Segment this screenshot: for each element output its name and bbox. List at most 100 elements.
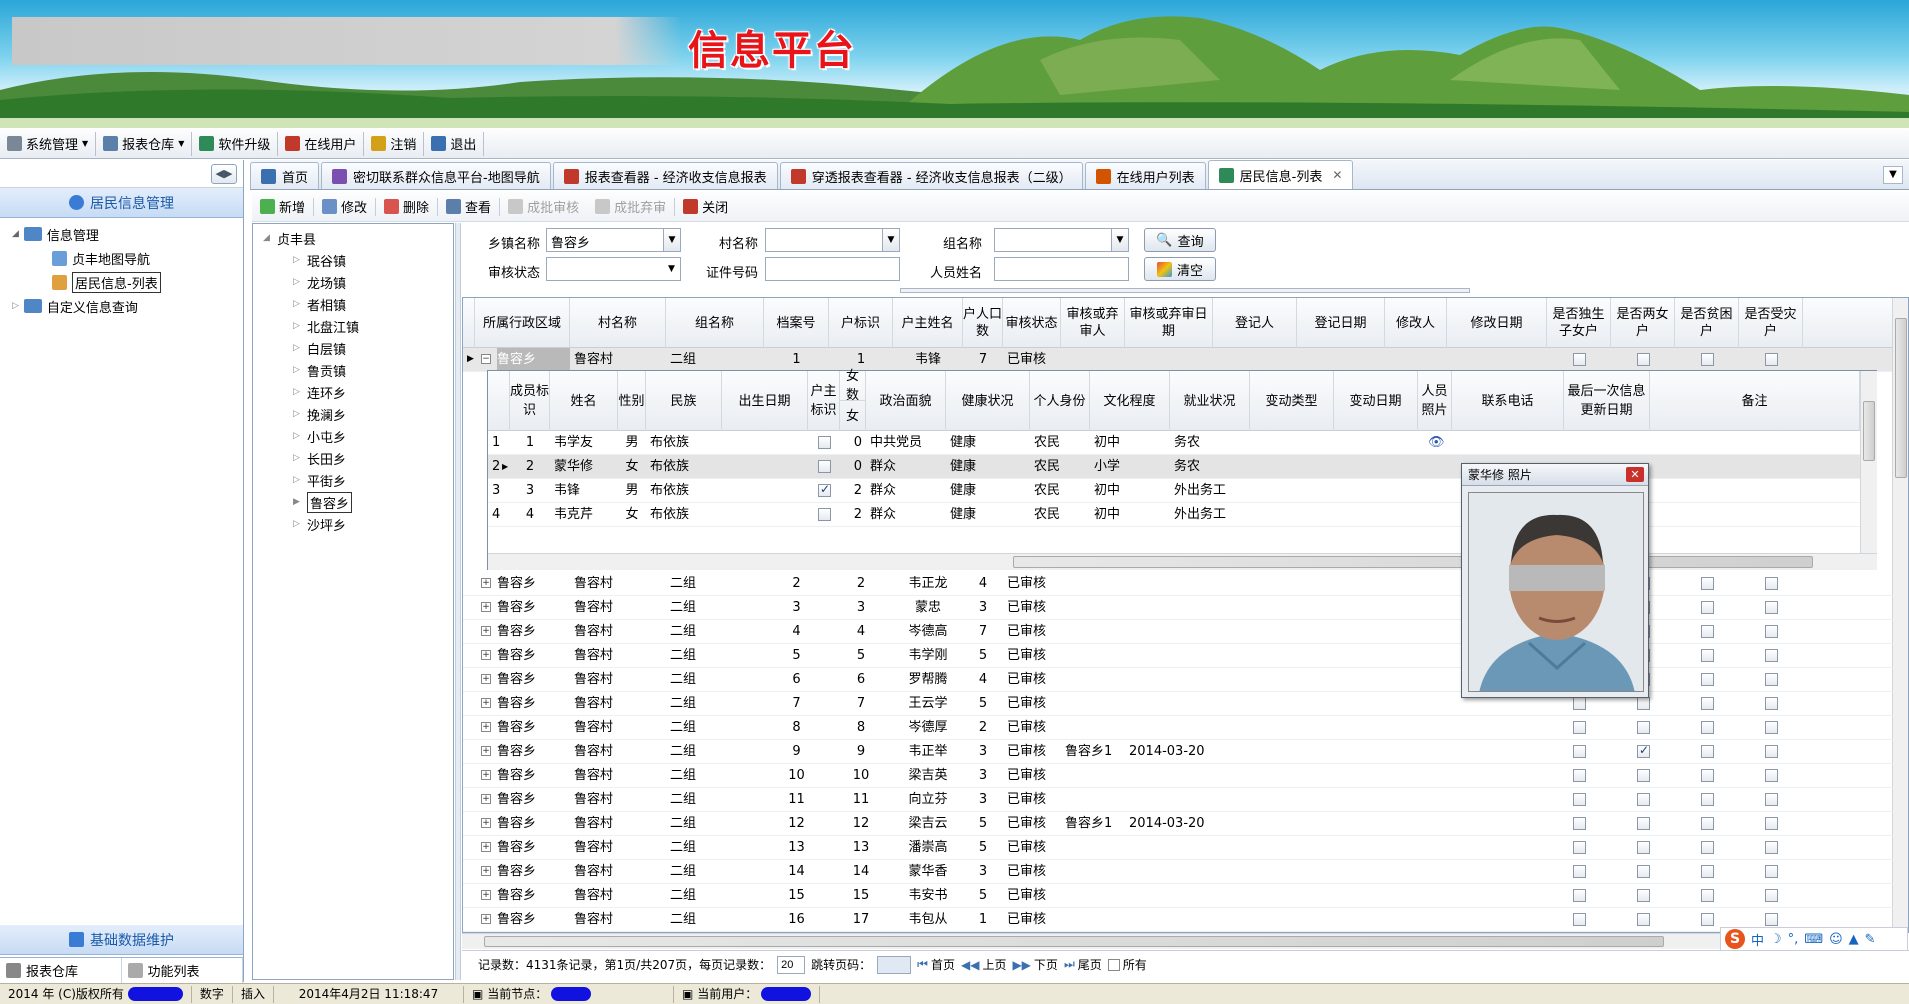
grid-checkbox[interactable]	[1765, 353, 1778, 366]
grid-checkbox[interactable]	[1765, 649, 1778, 662]
tab-report-warehouse[interactable]: 报表仓库	[0, 958, 122, 983]
region-tree-item[interactable]: ▷ 连环乡	[263, 381, 453, 403]
detail-column-header[interactable]: 联系电话	[1452, 371, 1564, 431]
delete-button[interactable]: 删除	[376, 196, 437, 218]
grid-column-header[interactable]: 审核或弃审日期	[1125, 298, 1213, 348]
expand-row-icon[interactable]: +	[481, 842, 491, 852]
grid-checkbox[interactable]	[1637, 841, 1650, 854]
region-tree-item[interactable]: ▷ 者相镇	[263, 293, 453, 315]
grid-checkbox[interactable]	[1765, 601, 1778, 614]
expand-row-icon[interactable]: +	[481, 914, 491, 924]
grid-column-header[interactable]: 所属行政区域	[475, 298, 570, 348]
detail-column-header[interactable]: 出生日期	[722, 371, 808, 431]
grid-checkbox[interactable]	[1637, 743, 1650, 758]
grid-checkbox[interactable]	[1765, 793, 1778, 806]
grid-checkbox[interactable]	[1765, 865, 1778, 878]
grid-column-header[interactable]: 是否受灾户	[1739, 298, 1803, 348]
basic-data-section[interactable]: 基础数据维护	[0, 925, 243, 955]
detail-column-header[interactable]: 女数	[840, 369, 866, 403]
region-tree-item[interactable]: ▷ 长田乡	[263, 447, 453, 469]
table-row[interactable]: + 鲁容乡 鲁容村 二组 7 7 王云学 5 已审核	[463, 692, 1893, 716]
grid-checkbox[interactable]	[1765, 769, 1778, 782]
expand-row-icon[interactable]: +	[481, 578, 491, 588]
grid-checkbox[interactable]	[1701, 649, 1714, 662]
menu-item-0[interactable]: 系统管理 ▼	[0, 131, 97, 156]
grid-checkbox[interactable]	[1701, 913, 1714, 926]
table-row[interactable]: + 鲁容乡 鲁容村 二组 12 12 梁吉云 5 已审核 鲁容乡1 2014-03-20	[463, 812, 1893, 836]
detail-column-header[interactable]: 备注	[1650, 371, 1860, 431]
grid-checkbox[interactable]	[1701, 769, 1714, 782]
tab-2[interactable]: 报表查看器 - 经济收支信息报表	[552, 162, 778, 189]
expand-row-icon[interactable]: +	[481, 746, 491, 756]
grid-checkbox[interactable]	[1701, 601, 1714, 614]
table-row[interactable]: + 鲁容乡 鲁容村 二组 10 10 梁吉英 3 已审核	[463, 764, 1893, 788]
prev-page-button[interactable]: ◀◀ 上页	[961, 956, 1006, 973]
tab-list-dropdown-icon[interactable]: ▼	[1883, 166, 1903, 184]
region-tree-item[interactable]: ▷ 鲁贡镇	[263, 359, 453, 381]
grid-column-header[interactable]: 是否两女户	[1611, 298, 1675, 348]
detail-column-header[interactable]: 个人身份	[1030, 371, 1090, 431]
grid-checkbox[interactable]	[1637, 817, 1650, 830]
grid-horizontal-scrollbar[interactable]	[462, 933, 1720, 949]
grid-column-header[interactable]: 村名称	[570, 298, 666, 348]
grid-checkbox[interactable]	[1573, 793, 1586, 806]
status-select[interactable]: ▼	[546, 257, 681, 281]
filter-collapse-handle[interactable]	[900, 288, 1470, 293]
detail-column-header[interactable]: 性别	[618, 371, 646, 431]
grid-column-header[interactable]: 户人口数	[963, 298, 1003, 348]
all-checkbox[interactable]: 所有	[1107, 956, 1147, 973]
region-tree-root[interactable]: ◢ 贞丰县	[263, 227, 453, 249]
menu-item-2[interactable]: 软件升级	[192, 131, 279, 156]
grid-checkbox[interactable]	[1765, 625, 1778, 638]
region-tree-item[interactable]: ▷ 白层镇	[263, 337, 453, 359]
tab-function-list[interactable]: 功能列表	[122, 958, 243, 983]
grid-checkbox[interactable]	[1765, 913, 1778, 926]
grid-checkbox[interactable]	[1637, 769, 1650, 782]
grid-column-header[interactable]: 修改人	[1385, 298, 1447, 348]
detail-column-header[interactable]: 就业状况	[1170, 371, 1250, 431]
grid-checkbox[interactable]	[1701, 841, 1714, 854]
detail-row[interactable]: 4 4 韦克芹 女布依族 2 群众 健康 农民 初中 外出务工	[488, 503, 1860, 527]
photo-popup-close-icon[interactable]: ✕	[1626, 467, 1644, 482]
expand-row-icon[interactable]: +	[481, 818, 491, 828]
tab-5[interactable]: 居民信息-列表 ✕	[1207, 160, 1354, 189]
grid-checkbox[interactable]	[1701, 625, 1714, 638]
detail-column-header[interactable]: 文化程度	[1090, 371, 1170, 431]
grid-checkbox[interactable]	[1701, 673, 1714, 686]
region-tree-item[interactable]: ▷ 挽澜乡	[263, 403, 453, 425]
batch-approve-button[interactable]: 成批审核	[500, 196, 587, 218]
householder-checkbox[interactable]	[818, 508, 831, 521]
table-row[interactable]: + 鲁容乡 鲁容村 二组 6 6 罗帮腾 4 已审核	[463, 668, 1893, 692]
clear-button[interactable]: 清空	[1144, 257, 1216, 281]
first-page-button[interactable]: ⏮ 首页	[917, 956, 955, 973]
expand-row-icon[interactable]: +	[481, 722, 491, 732]
grid-checkbox[interactable]	[1573, 913, 1586, 926]
detail-row[interactable]: 2 ▶ 2 蒙华修女布依族 0 群众 健康 农民 小学 务农	[488, 455, 1860, 479]
expand-row-icon[interactable]: +	[481, 890, 491, 900]
table-row-expanded[interactable]: ▶ − 鲁容乡 鲁容村 二组 1 1 韦锋 7 已审核	[463, 348, 1893, 372]
detail-horizontal-scrollbar[interactable]	[488, 553, 1877, 570]
detail-column-header[interactable]: 姓名	[550, 371, 618, 431]
grid-column-header[interactable]: 登记人	[1213, 298, 1297, 348]
nav-tree-custom-query[interactable]: ▷ 自定义信息查询	[12, 294, 243, 318]
region-tree-item[interactable]: ▷ 珉谷镇	[263, 249, 453, 271]
batch-discard-button[interactable]: 成批弃审	[587, 196, 674, 218]
close-tab-icon[interactable]: ✕	[1332, 168, 1342, 182]
menu-item-5[interactable]: 退出	[424, 131, 485, 156]
nav-tree-resident-list[interactable]: 居民信息-列表	[12, 270, 243, 294]
table-row[interactable]: + 鲁容乡 鲁容村 二组 11 11 向立芬 3 已审核	[463, 788, 1893, 812]
detail-column-header[interactable]: 民族	[646, 371, 722, 431]
splitter-handle[interactable]	[455, 223, 461, 980]
householder-checkbox[interactable]	[818, 436, 831, 449]
group-select[interactable]: ▼	[994, 228, 1129, 252]
town-select[interactable]: 鲁容乡 ▼	[546, 228, 681, 252]
expand-row-icon[interactable]: +	[481, 626, 491, 636]
detail-column-header[interactable]: 政治面貌	[866, 371, 946, 431]
close-button[interactable]: 关闭	[675, 196, 736, 218]
id-number-input[interactable]	[765, 257, 900, 281]
table-row[interactable]: + 鲁容乡 鲁容村 二组 16 17 韦包从 1 已审核	[463, 908, 1893, 932]
region-tree-item[interactable]: ▷ 沙坪乡	[263, 513, 453, 535]
tab-3[interactable]: 穿透报表查看器 - 经济收支信息报表（二级）	[779, 162, 1083, 189]
menu-item-3[interactable]: 在线用户	[278, 131, 365, 156]
grid-checkbox[interactable]	[1637, 793, 1650, 806]
